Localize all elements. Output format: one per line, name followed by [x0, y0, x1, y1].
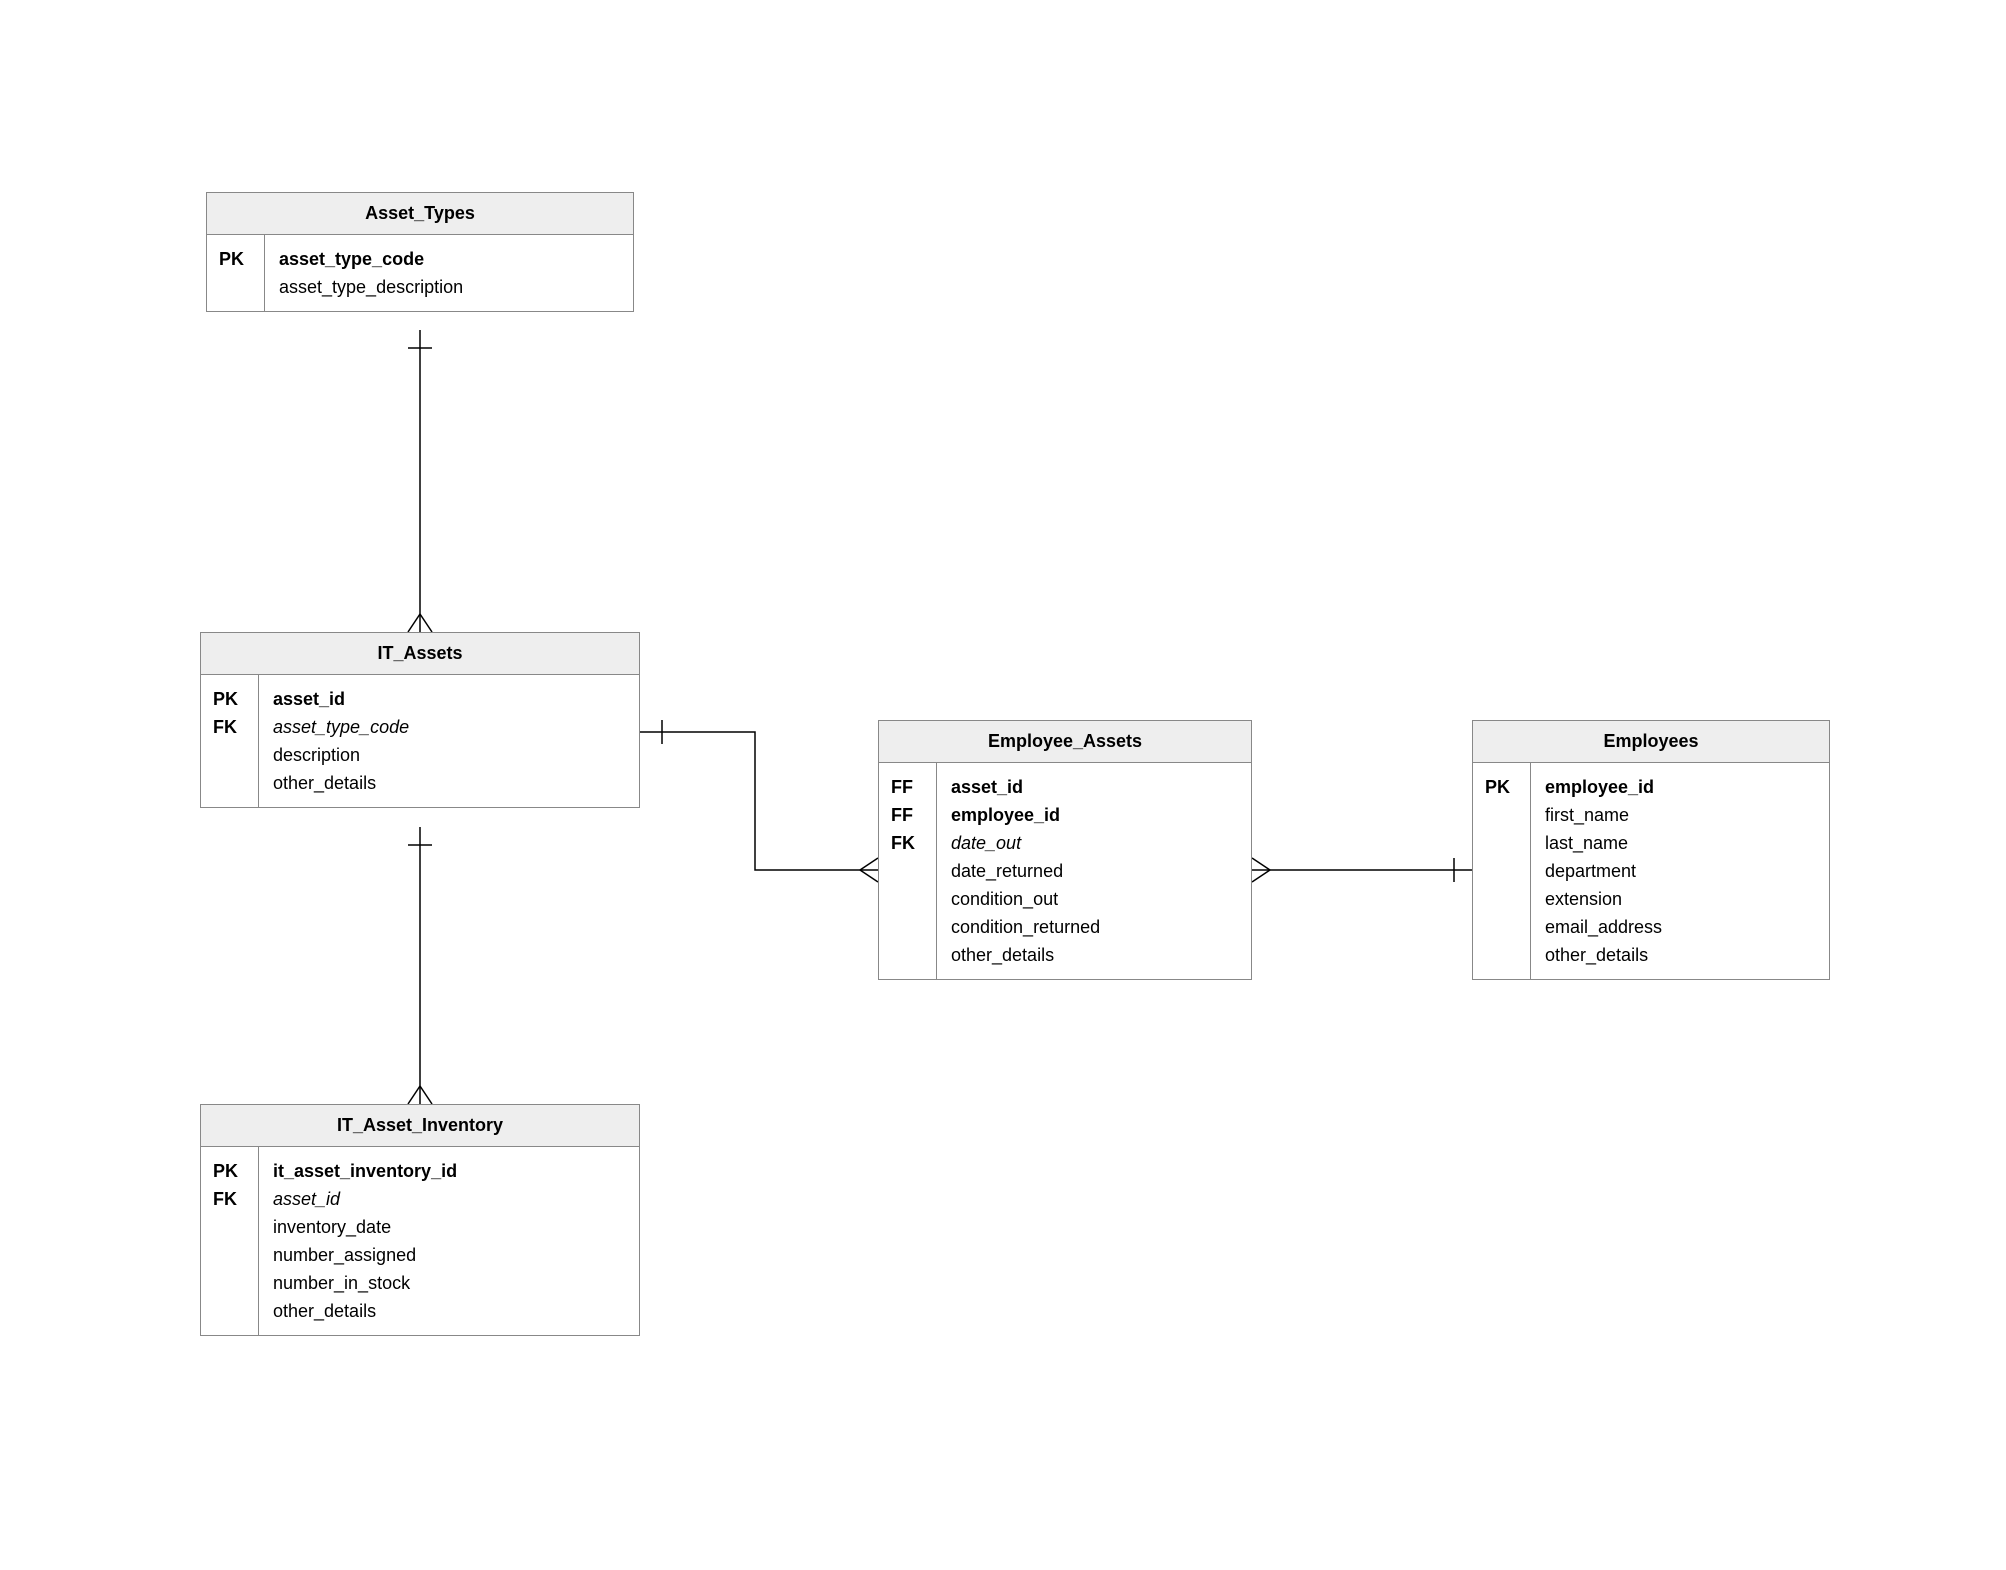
attr: number_in_stock — [273, 1269, 625, 1297]
attr: condition_returned — [951, 913, 1237, 941]
attr: inventory_date — [273, 1213, 625, 1241]
attr-column: asset_type_code asset_type_description — [265, 235, 633, 311]
attr: number_assigned — [273, 1241, 625, 1269]
entity-title: Employee_Assets — [879, 721, 1251, 763]
key-indicator: FF — [891, 773, 924, 801]
entity-body: PK employee_id first_name last_name depa… — [1473, 763, 1829, 979]
entity-employee-assets: Employee_Assets FF FF FK asset_id employ… — [878, 720, 1252, 980]
entity-asset-types: Asset_Types PK asset_type_code asset_typ… — [206, 192, 634, 312]
entity-body: PK FK it_asset_inventory_id asset_id inv… — [201, 1147, 639, 1335]
attr: last_name — [1545, 829, 1815, 857]
key-column: PK FK — [201, 675, 259, 807]
key-indicator: FK — [891, 829, 924, 857]
entity-title: IT_Assets — [201, 633, 639, 675]
attr: description — [273, 741, 625, 769]
attr: employee_id — [1545, 773, 1815, 801]
key-column: PK — [1473, 763, 1531, 979]
attr: asset_type_code — [273, 713, 625, 741]
attr-column: asset_id employee_id date_out date_retur… — [937, 763, 1251, 979]
entity-title: Asset_Types — [207, 193, 633, 235]
attr: other_details — [951, 941, 1237, 969]
attr-column: it_asset_inventory_id asset_id inventory… — [259, 1147, 639, 1335]
attr: condition_out — [951, 885, 1237, 913]
attr: first_name — [1545, 801, 1815, 829]
attr: asset_type_code — [279, 245, 619, 273]
attr: employee_id — [951, 801, 1237, 829]
entity-it-assets: IT_Assets PK FK asset_id asset_type_code… — [200, 632, 640, 808]
attr: asset_type_description — [279, 273, 619, 301]
attr: other_details — [1545, 941, 1815, 969]
entity-body: PK asset_type_code asset_type_descriptio… — [207, 235, 633, 311]
entity-it-asset-inventory: IT_Asset_Inventory PK FK it_asset_invent… — [200, 1104, 640, 1336]
attr: it_asset_inventory_id — [273, 1157, 625, 1185]
attr: date_returned — [951, 857, 1237, 885]
key-indicator: PK — [213, 685, 246, 713]
attr: asset_id — [273, 685, 625, 713]
entity-body: FF FF FK asset_id employee_id date_out d… — [879, 763, 1251, 979]
key-indicator: PK — [213, 1157, 246, 1185]
key-column: FF FF FK — [879, 763, 937, 979]
entity-employees: Employees PK employee_id first_name last… — [1472, 720, 1830, 980]
key-indicator: FK — [213, 713, 246, 741]
key-indicator: FK — [213, 1185, 246, 1213]
er-diagram-canvas: Asset_Types PK asset_type_code asset_typ… — [0, 0, 2006, 1570]
key-column: PK — [207, 235, 265, 311]
entity-body: PK FK asset_id asset_type_code descripti… — [201, 675, 639, 807]
attr: asset_id — [273, 1185, 625, 1213]
entity-title: Employees — [1473, 721, 1829, 763]
key-indicator: PK — [219, 245, 252, 273]
attr: asset_id — [951, 773, 1237, 801]
attr: department — [1545, 857, 1815, 885]
attr: other_details — [273, 1297, 625, 1325]
attr-column: employee_id first_name last_name departm… — [1531, 763, 1829, 979]
attr: email_address — [1545, 913, 1815, 941]
attr: date_out — [951, 829, 1237, 857]
attr-column: asset_id asset_type_code description oth… — [259, 675, 639, 807]
entity-title: IT_Asset_Inventory — [201, 1105, 639, 1147]
key-indicator: PK — [1485, 773, 1518, 801]
attr: extension — [1545, 885, 1815, 913]
key-indicator: FF — [891, 801, 924, 829]
attr: other_details — [273, 769, 625, 797]
key-column: PK FK — [201, 1147, 259, 1335]
